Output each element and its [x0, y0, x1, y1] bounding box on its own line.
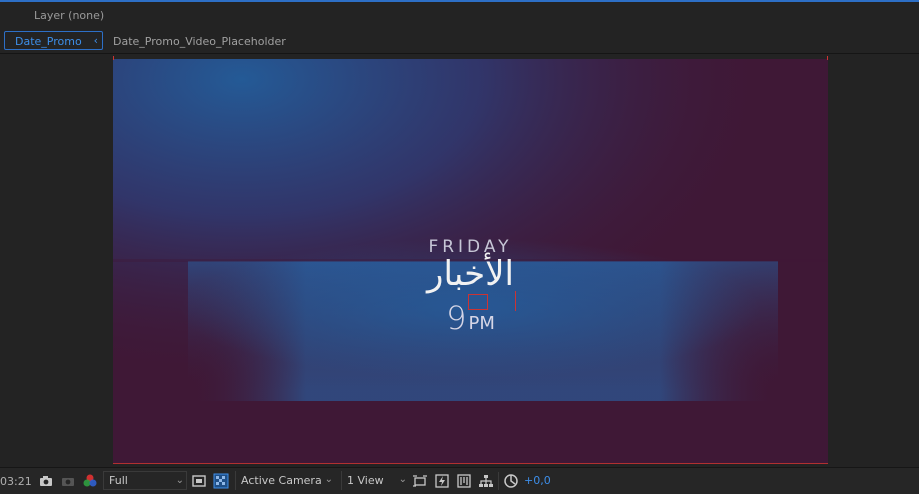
composition-canvas[interactable]: FRIDAY الأخبار 9 PM: [113, 59, 828, 464]
resolution-value: Full: [109, 474, 128, 487]
viewer-toolbar: 03:21 Full ⌄ Active Camera ⌄ 1 View ⌄ +0…: [0, 467, 919, 494]
composition-viewer[interactable]: FRIDAY الأخبار 9 PM: [0, 54, 919, 467]
fast-preview-icon[interactable]: [434, 473, 450, 489]
tab-date-promo-video-placeholder[interactable]: Date_Promo_Video_Placeholder: [113, 35, 286, 48]
time-ampm: PM: [468, 313, 495, 334]
layer-label: Layer (none): [34, 9, 105, 22]
canvas-corner-mark-right: [827, 56, 828, 60]
rgb-channel-icon[interactable]: [82, 473, 98, 489]
timeline-icon[interactable]: [456, 473, 472, 489]
layer-panel-header: Layer (none): [0, 2, 919, 29]
tab-date-promo[interactable]: Date_Promo ‹: [4, 31, 103, 50]
region-of-interest-icon[interactable]: [191, 473, 207, 489]
layer-anchor-line[interactable]: [515, 291, 516, 311]
toolbar-separator: [498, 472, 499, 490]
layer-anchor-box[interactable]: [468, 294, 488, 310]
camera-icon[interactable]: [38, 473, 54, 489]
exposure-value[interactable]: +0,0: [524, 474, 551, 487]
camera-view-dropdown[interactable]: Active Camera ⌄: [235, 471, 335, 490]
composition-tab-bar: Date_Promo ‹ Date_Promo_Video_Placeholde…: [0, 29, 919, 54]
tab-date-promo-label: Date_Promo: [15, 35, 82, 48]
camera-view-value: Active Camera: [241, 474, 322, 487]
chevron-down-icon: ⌄: [324, 474, 333, 485]
time-number: 9: [446, 299, 467, 337]
composition-bottom-boundary: [113, 463, 828, 464]
view-layout-dropdown[interactable]: 1 View ⌄: [341, 471, 409, 490]
flowchart-icon[interactable]: [478, 473, 494, 489]
timecode-display[interactable]: 03:21: [0, 473, 32, 489]
pixel-aspect-icon[interactable]: [412, 473, 428, 489]
arabic-title-text: الأخبار: [427, 254, 514, 294]
chevron-left-icon[interactable]: ‹: [94, 34, 98, 47]
chevron-down-icon: ⌄: [398, 474, 407, 485]
canvas-corner-mark-left: [113, 56, 114, 60]
reset-exposure-icon[interactable]: [503, 473, 519, 489]
timecode-text: 03:21: [0, 474, 32, 488]
snapshot-show-icon[interactable]: [60, 473, 76, 489]
view-layout-value: 1 View: [347, 474, 384, 487]
chevron-down-icon: ⌄: [175, 475, 184, 486]
resolution-dropdown[interactable]: Full ⌄: [103, 471, 187, 490]
transparency-grid-icon[interactable]: [213, 473, 229, 489]
